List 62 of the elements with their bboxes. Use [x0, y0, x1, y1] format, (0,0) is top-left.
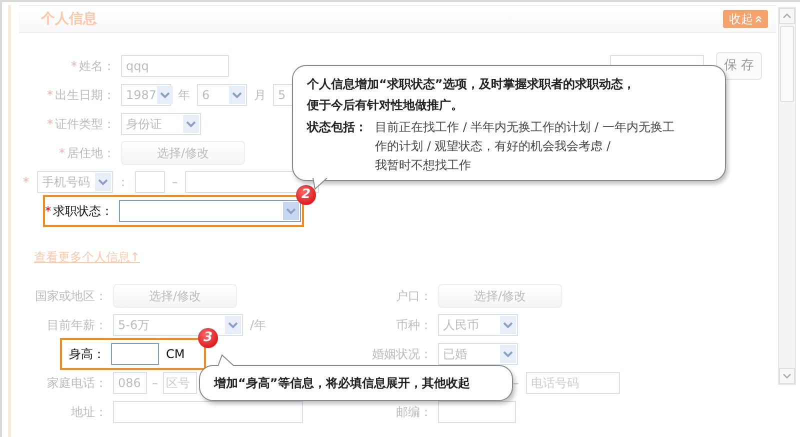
unit-label: CM: [166, 346, 185, 362]
picker-button[interactable]: 选择/修改: [121, 140, 245, 164]
field-label: 证件类型：: [55, 116, 115, 132]
chevron-down-icon: [283, 202, 299, 220]
status-list: 目前正在找工作 / 半年内无换工作的计划 / 一年内无换工 作的计划 / 观望状态，有好的机会我会考虑 / 我暂时不想找工作: [375, 118, 674, 175]
dropdown[interactable]: 已婚: [438, 342, 518, 364]
chevron-down-icon: [225, 316, 241, 334]
dropdown[interactable]: 人民币: [438, 314, 518, 336]
field-label: 身高：: [69, 346, 105, 362]
chevron-down-icon: [500, 344, 516, 362]
chevron-down-icon: [156, 86, 173, 104]
required-mark: *: [45, 202, 51, 220]
field-label: 婚姻状况：: [372, 346, 432, 362]
chevron-down-icon: [229, 86, 245, 104]
chevron-up-icon: [755, 15, 762, 23]
field-label: 居住地：: [67, 144, 115, 162]
field-label: 邮编：: [396, 404, 432, 420]
chevron-down-icon: [500, 316, 516, 334]
chevron-down-icon: [95, 172, 111, 190]
unit-label: /年: [250, 316, 266, 334]
field-label: 地址：: [71, 404, 107, 420]
field-label: ：: [117, 174, 129, 190]
required-mark: *: [47, 116, 53, 132]
field-label: 出生日期：: [55, 86, 115, 104]
field-label: 姓名：: [79, 58, 115, 74]
chevron-up-icon[interactable]: [779, 8, 795, 24]
unit-label: –: [513, 374, 519, 392]
field-label: 目前年薪：: [47, 316, 107, 334]
required-mark: *: [47, 86, 53, 104]
dropdown[interactable]: 身份证: [121, 112, 201, 134]
required-mark: *: [71, 58, 77, 74]
callout-text: 个人信息增加“求职状态”选项，及时掌握求职者的求职动态， 便于今后有针对性地做推广。: [307, 76, 636, 114]
scrollbar[interactable]: [778, 7, 796, 385]
picker-button[interactable]: 选择/修改: [113, 284, 237, 308]
input-field[interactable]: qqq: [121, 54, 229, 76]
field-label: 币种：: [396, 316, 432, 334]
input-field[interactable]: [111, 342, 159, 364]
dropdown[interactable]: 手机号码: [37, 170, 113, 192]
required-mark: *: [59, 144, 65, 162]
scroll-thumb[interactable]: [780, 26, 794, 102]
unit-label: –: [172, 174, 178, 190]
picker-button[interactable]: 选择/修改: [438, 284, 562, 308]
callout-text: 增加“身高”等信息，将必填信息展开，其他收起: [214, 374, 470, 392]
field-label: 求职状态：: [53, 202, 113, 220]
collapse-button[interactable]: 收起: [723, 10, 768, 28]
save-button[interactable]: 保 存: [716, 52, 762, 80]
unit-label: 年: [178, 86, 190, 104]
dropdown[interactable]: 6: [197, 84, 247, 106]
expand-link[interactable]: 查看更多个人信息↑: [34, 248, 140, 266]
field-label: 国家或地区：: [35, 288, 107, 304]
unit-label: 月: [254, 86, 266, 104]
dropdown[interactable]: [119, 200, 301, 222]
input-field[interactable]: 086: [113, 372, 147, 394]
field-label: 家庭电话：: [47, 374, 107, 392]
chevron-down-icon[interactable]: [779, 368, 795, 384]
required-mark: *: [23, 174, 29, 190]
field-label: 户口：: [396, 288, 432, 304]
unit-label: –: [152, 374, 158, 392]
dropdown[interactable]: 1987: [121, 84, 171, 106]
chevron-down-icon: [183, 114, 199, 132]
section-title: 个人信息: [41, 10, 97, 28]
list-label: 状态包括：: [307, 119, 367, 136]
